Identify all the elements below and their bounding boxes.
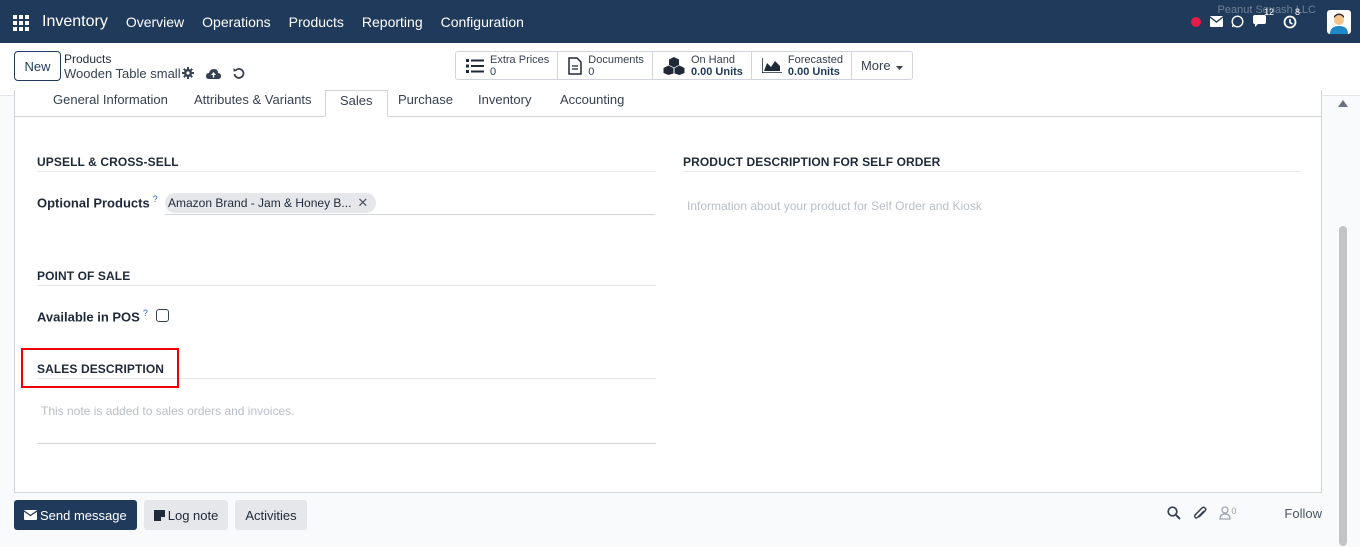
smart-button-on-hand[interactable]: On Hand 0.00 Units — [653, 52, 752, 79]
messages-icon[interactable]: 12 — [1252, 7, 1274, 29]
optional-products-input[interactable] — [165, 214, 655, 215]
smart-button-forecasted[interactable]: Forecasted 0.00 Units — [752, 52, 852, 79]
log-note-button[interactable]: Log note — [143, 500, 229, 530]
notebook-tabs: General Information Attributes & Variant… — [15, 90, 1321, 117]
form-sheet: General Information Attributes & Variant… — [14, 90, 1322, 493]
chatter-actions: Send message Log note Activities — [14, 500, 307, 530]
cloud-upload-icon[interactable] — [206, 67, 221, 82]
self-order-section-title: PRODUCT DESCRIPTION FOR SELF ORDER — [683, 155, 941, 169]
app-name[interactable]: Inventory — [42, 13, 108, 31]
smart-value: 0.00 Units — [690, 65, 743, 78]
search-icon[interactable] — [1167, 506, 1182, 520]
smart-buttons: Extra Prices 0 Documents 0 On Hand 0.00 Uni… — [455, 51, 913, 80]
followers-count: 0 — [1231, 506, 1237, 516]
menu-configuration[interactable]: Configuration — [441, 14, 524, 30]
self-order-description-field[interactable]: Information about your product for Self … — [687, 199, 982, 213]
highlight-box — [21, 348, 179, 388]
available-in-pos-checkbox[interactable] — [156, 309, 169, 322]
sales-description-underline — [37, 443, 656, 444]
menu-reporting[interactable]: Reporting — [362, 14, 423, 30]
smart-value: 0 — [490, 65, 497, 78]
chatter-topbar-right: 0 Follow — [1167, 505, 1322, 521]
tab-purchase[interactable]: Purchase — [398, 92, 453, 107]
upsell-section-title: UPSELL & CROSS-SELL — [37, 155, 179, 169]
smart-label: Extra Prices — [490, 53, 550, 66]
available-in-pos-label: Available in POS? — [37, 308, 148, 324]
more-label: More — [860, 58, 891, 73]
send-message-button[interactable]: Send message — [14, 500, 137, 530]
discard-undo-icon[interactable] — [233, 67, 245, 82]
smart-value: 0 — [588, 65, 595, 78]
systray: 12 8 — [1191, 0, 1360, 43]
smart-value: 0.00 Units — [787, 65, 840, 78]
smart-button-documents[interactable]: Documents 0 — [558, 52, 653, 79]
help-tooltip-icon[interactable]: ? — [143, 308, 148, 318]
note-icon — [153, 509, 165, 521]
control-panel: New Products Wooden Table small Extra Pr… — [0, 43, 1360, 96]
tag-label: Amazon Brand - Jam & Honey B... — [168, 196, 352, 210]
user-avatar[interactable] — [1327, 9, 1351, 34]
optional-products-label-text: Optional Products — [37, 195, 150, 211]
scrollbar[interactable] — [1338, 96, 1348, 547]
breadcrumb-products[interactable]: Products — [64, 52, 111, 66]
whatsapp-icon[interactable] — [1231, 15, 1244, 28]
remove-tag-icon[interactable]: ✕ — [357, 195, 368, 211]
activities-button[interactable]: Activities — [235, 500, 307, 530]
section-divider — [37, 171, 656, 172]
menu-operations[interactable]: Operations — [202, 14, 270, 30]
section-divider — [37, 285, 656, 286]
scroll-up-arrow-icon[interactable] — [1338, 100, 1348, 107]
menu-overview[interactable]: Overview — [126, 14, 184, 30]
activities-label: Activities — [245, 507, 297, 523]
help-tooltip-icon[interactable]: ? — [153, 194, 158, 204]
send-message-label: Send message — [40, 507, 127, 523]
caret-down-icon — [895, 58, 903, 73]
mail-icon[interactable] — [1210, 16, 1223, 27]
tab-sales[interactable]: Sales — [325, 90, 388, 117]
tab-general-information[interactable]: General Information — [53, 92, 168, 107]
cubes-icon — [663, 56, 685, 75]
user-icon — [1219, 506, 1232, 520]
envelope-icon — [24, 510, 37, 520]
new-button[interactable]: New — [14, 51, 61, 81]
sales-description-field[interactable]: This note is added to sales orders and i… — [41, 404, 294, 418]
top-navbar: Inventory Overview Operations Products R… — [0, 0, 1360, 43]
activities-clock-icon[interactable]: 8 — [1283, 7, 1300, 29]
optional-products-label: Optional Products? — [37, 194, 158, 210]
smart-button-extra-prices[interactable]: Extra Prices 0 — [456, 52, 559, 79]
smart-label: Documents — [588, 53, 644, 66]
log-note-label: Log note — [167, 507, 219, 523]
list-icon — [466, 58, 484, 73]
breadcrumb-current-record: Wooden Table small — [64, 66, 181, 81]
record-actions — [182, 67, 245, 82]
paperclip-icon[interactable] — [1193, 505, 1207, 521]
followers-button[interactable]: 0 — [1219, 506, 1236, 520]
optional-product-tag: Amazon Brand - Jam & Honey B... ✕ — [165, 193, 377, 213]
follow-button[interactable]: Follow — [1284, 506, 1322, 521]
messages-badge: 12 — [1264, 6, 1275, 17]
tab-inventory[interactable]: Inventory — [478, 92, 531, 107]
activities-badge: 8 — [1295, 6, 1301, 17]
available-in-pos-label-text: Available in POS — [37, 309, 140, 325]
more-dropdown-button[interactable]: More — [852, 52, 912, 79]
tab-attributes-variants[interactable]: Attributes & Variants — [194, 92, 312, 107]
recording-dot-icon[interactable] — [1191, 16, 1201, 27]
menu-products[interactable]: Products — [289, 14, 344, 30]
section-divider — [683, 171, 1300, 172]
apps-menu-icon[interactable] — [13, 14, 29, 31]
document-icon — [568, 56, 583, 75]
smart-label: Forecasted — [787, 53, 843, 66]
area-chart-icon — [761, 58, 782, 73]
tab-accounting[interactable]: Accounting — [560, 92, 624, 107]
pos-section-title: POINT OF SALE — [37, 269, 131, 283]
scrollbar-thumb[interactable] — [1339, 226, 1347, 546]
smart-label: On Hand — [690, 53, 735, 66]
gear-icon[interactable] — [182, 67, 194, 82]
